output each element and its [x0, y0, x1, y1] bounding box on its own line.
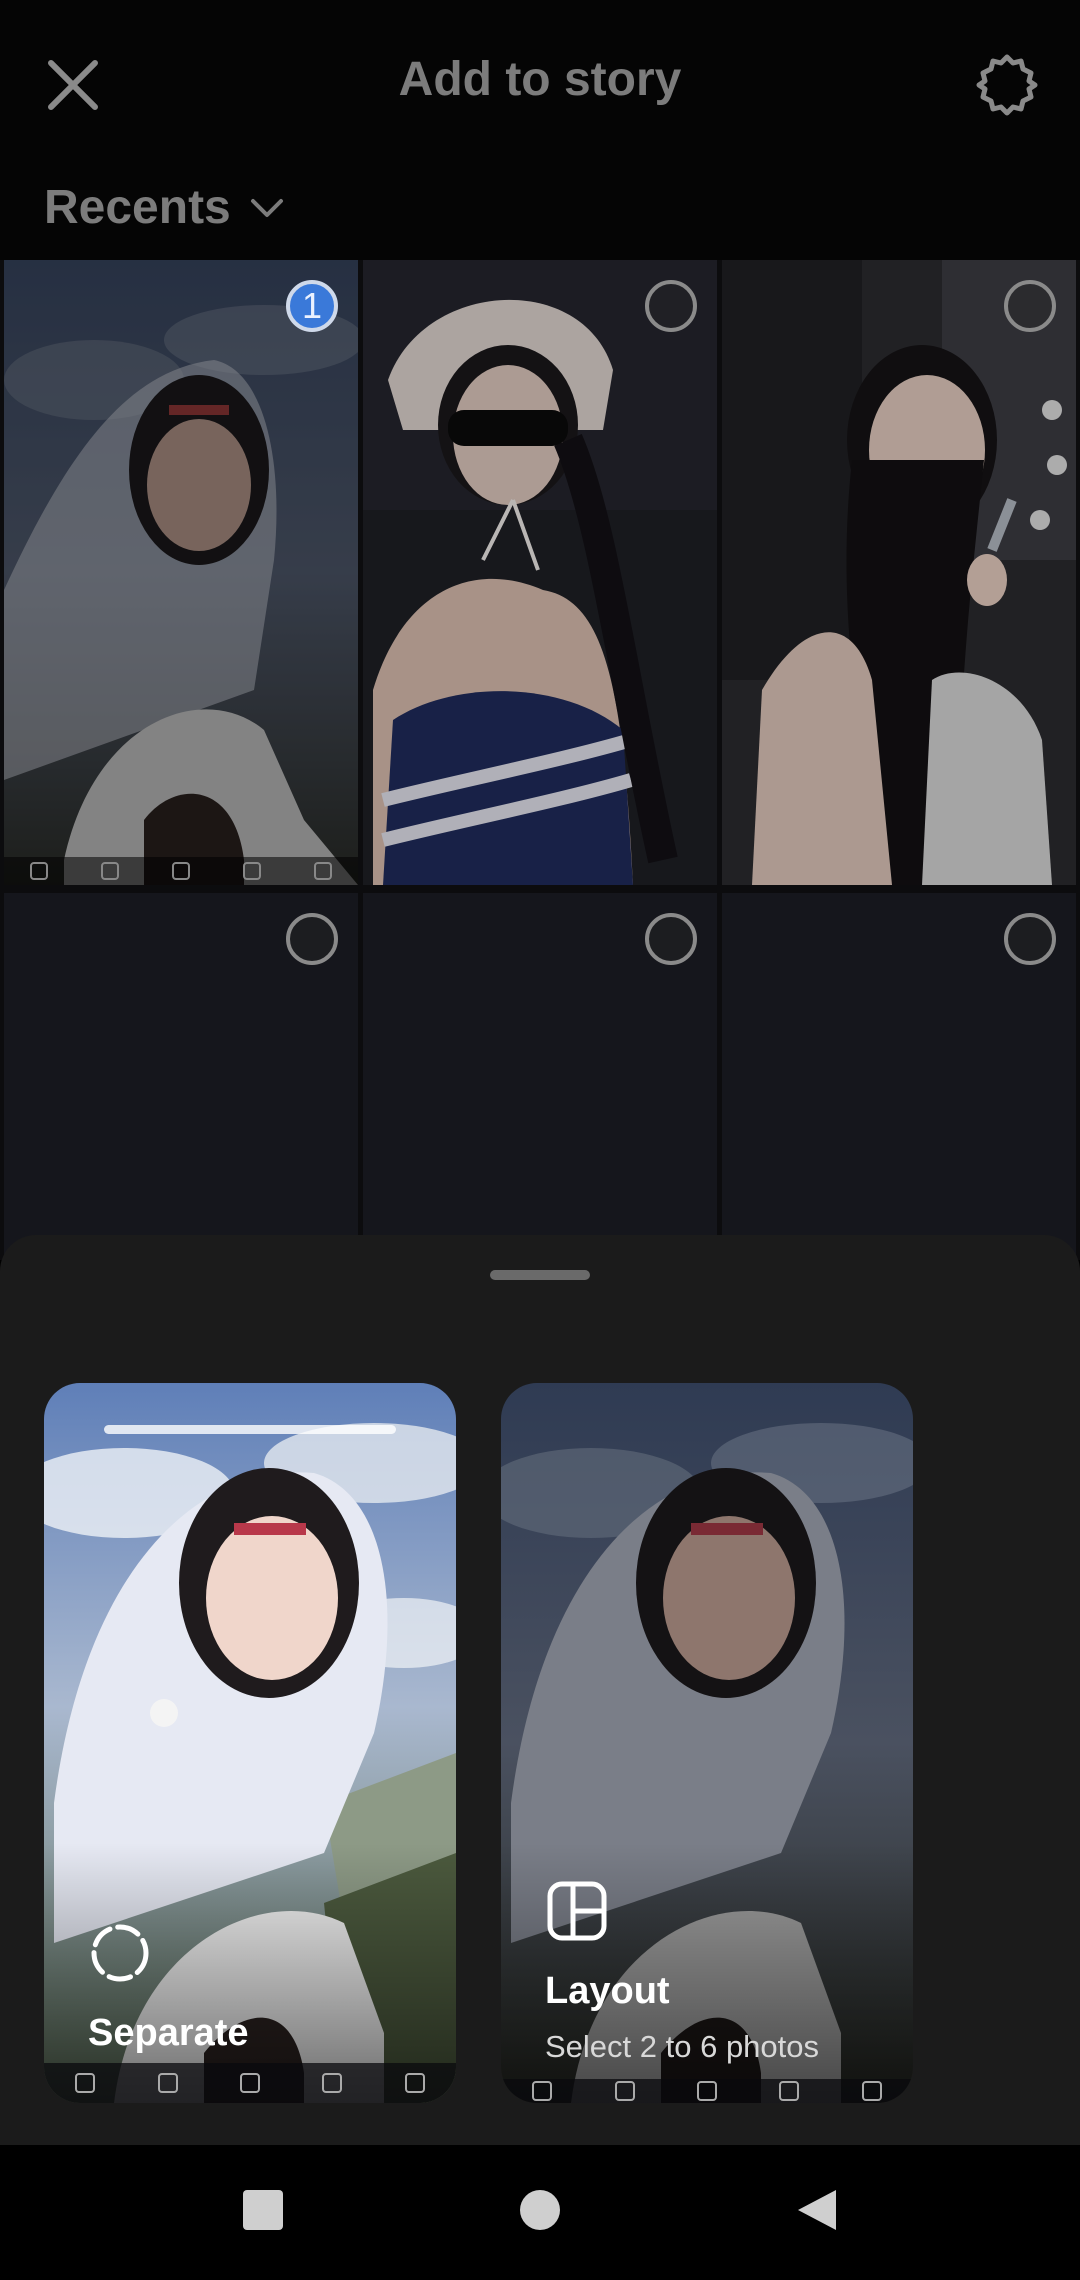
photo-dim-overlay: [722, 260, 1076, 885]
layout-subtitle: Select 2 to 6 photos: [545, 2029, 820, 2064]
settings-gear-icon: [976, 54, 1038, 116]
separate-option-card[interactable]: Separate: [44, 1383, 456, 2103]
screenshot-nav-strip: [44, 2063, 456, 2103]
album-selector-row: Recents: [0, 170, 1080, 260]
layout-label: Layout: [545, 1970, 670, 2012]
back-button[interactable]: [782, 2175, 852, 2245]
grid-photo-3[interactable]: [722, 260, 1076, 885]
grid-photo-2[interactable]: [363, 260, 717, 885]
screenshot-nav-strip: [501, 2079, 913, 2103]
selection-circle[interactable]: [286, 913, 338, 965]
selection-badge[interactable]: 1: [286, 280, 338, 332]
story-mode-sheet: Separate Layout Select 2 to 6 photos: [0, 1235, 1080, 2145]
grid-photo-6[interactable]: [722, 893, 1076, 1260]
separate-label: Separate: [88, 2012, 249, 2054]
album-label: Recents: [44, 181, 231, 234]
system-navigation-bar: [0, 2145, 1080, 2280]
grid-photo-4[interactable]: [4, 893, 358, 1260]
grid-photo-5[interactable]: [363, 893, 717, 1260]
triangle-back-icon: [798, 2190, 836, 2230]
photo-dim-overlay: [4, 260, 358, 885]
loading-dashed-circle-icon: [91, 1924, 149, 1982]
page-title: Add to story: [398, 53, 682, 106]
selection-circle[interactable]: [1004, 913, 1056, 965]
circle-icon: [520, 2190, 560, 2230]
layout-grid-icon: [547, 1881, 607, 1941]
story-progress-bar: [104, 1425, 396, 1434]
selection-circle[interactable]: [645, 913, 697, 965]
settings-button[interactable]: [972, 50, 1042, 120]
selection-circle[interactable]: [645, 280, 697, 332]
chevron-down-icon: [250, 198, 283, 217]
header: Add to story: [0, 0, 1080, 170]
photo-dim-overlay: [363, 260, 717, 885]
layout-option-card[interactable]: Layout Select 2 to 6 photos: [501, 1383, 913, 2103]
square-icon: [243, 2190, 283, 2230]
recents-button[interactable]: [228, 2175, 298, 2245]
home-button[interactable]: [505, 2175, 575, 2245]
album-dropdown[interactable]: Recents: [44, 180, 285, 235]
grid-photo-1[interactable]: 1: [4, 260, 358, 885]
media-grid: 1: [0, 260, 1080, 1260]
drag-handle[interactable]: [490, 1270, 590, 1280]
selection-circle[interactable]: [1004, 280, 1056, 332]
screenshot-nav-strip: [4, 857, 358, 885]
